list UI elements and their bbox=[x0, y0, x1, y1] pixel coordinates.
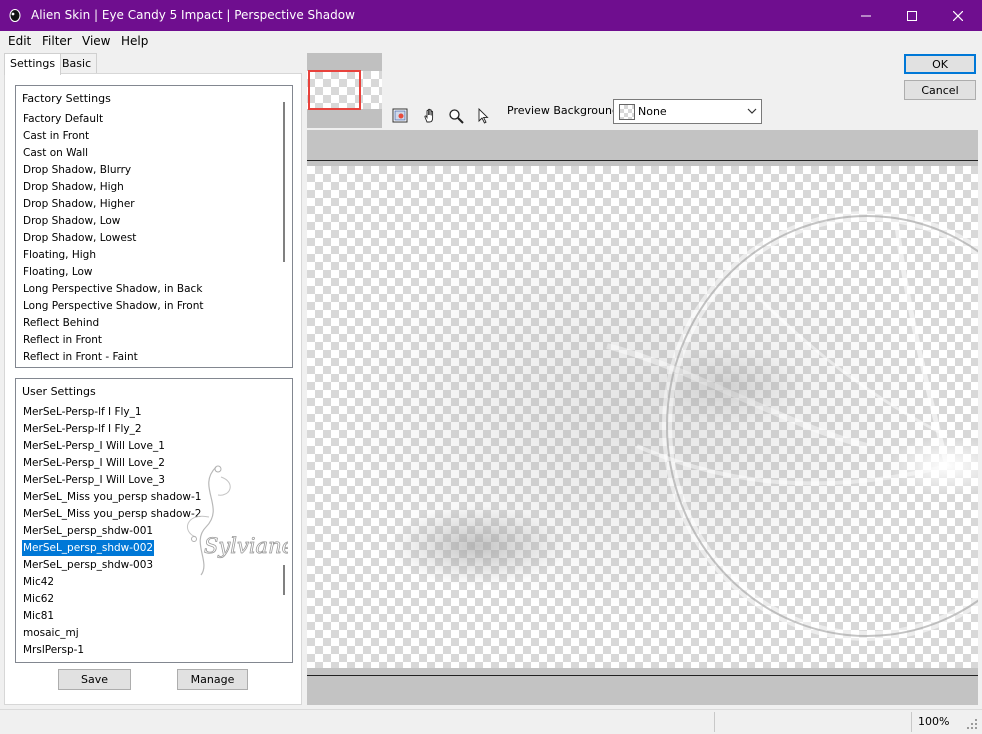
menu-filter[interactable]: Filter bbox=[42, 34, 72, 48]
list-item[interactable]: Long Perspective Shadow, in Back bbox=[22, 281, 203, 297]
preview-effect-graphic bbox=[337, 211, 978, 641]
list-item[interactable]: Mic62 bbox=[22, 591, 55, 607]
preview-background-value: None bbox=[638, 105, 667, 118]
menu-edit[interactable]: Edit bbox=[8, 34, 31, 48]
preview-area[interactable] bbox=[307, 130, 978, 705]
cancel-button[interactable]: Cancel bbox=[904, 80, 976, 100]
preview-toggle-icon bbox=[392, 108, 408, 123]
list-item[interactable]: Reflect in Front - Faint bbox=[22, 349, 139, 365]
list-item[interactable]: Floating, High bbox=[22, 247, 97, 263]
list-item[interactable]: MerSeL-Persp_I Will Love_3 bbox=[22, 472, 166, 488]
pointer-icon bbox=[478, 108, 489, 124]
settings-panel: Factory Settings Factory Default Cast in … bbox=[4, 73, 302, 705]
resize-grip-icon[interactable] bbox=[966, 718, 978, 730]
zoom-tool-button[interactable] bbox=[445, 106, 467, 126]
preview-navigator[interactable] bbox=[307, 53, 382, 128]
navigator-viewport-frame[interactable] bbox=[308, 70, 361, 110]
list-item[interactable]: Reflect Behind bbox=[22, 315, 100, 331]
list-item[interactable]: MerSeL-Persp-lf I Fly_1 bbox=[22, 404, 143, 420]
tab-basic[interactable]: Basic bbox=[56, 53, 98, 73]
watermark-graphic: Sylviane bbox=[186, 465, 288, 576]
list-item[interactable]: Drop Shadow, Blurry bbox=[22, 162, 132, 178]
app-logo-icon bbox=[9, 9, 21, 22]
maximize-icon bbox=[907, 10, 917, 21]
preview-top-rule bbox=[307, 160, 978, 161]
zoom-level: 100% bbox=[918, 715, 950, 728]
menu-help[interactable]: Help bbox=[121, 34, 148, 48]
preview-background-select[interactable]: None bbox=[613, 99, 762, 124]
chevron-down-icon bbox=[747, 108, 757, 114]
preview-canvas[interactable] bbox=[307, 166, 978, 668]
minimize-button[interactable] bbox=[843, 0, 889, 31]
tab-settings[interactable]: Settings bbox=[4, 53, 62, 75]
list-item[interactable]: MerSeL_persp_shdw-003 bbox=[22, 557, 154, 573]
list-item[interactable]: Mic81 bbox=[22, 608, 55, 624]
window-title: Alien Skin | Eye Candy 5 Impact | Perspe… bbox=[31, 8, 355, 22]
list-item[interactable]: Factory Default bbox=[22, 111, 104, 127]
pan-tool-button[interactable] bbox=[419, 106, 441, 126]
list-item[interactable]: Drop Shadow, Low bbox=[22, 213, 121, 229]
list-item[interactable]: Long Perspective Shadow, in Front bbox=[22, 298, 204, 314]
minimize-icon bbox=[861, 15, 871, 16]
list-item[interactable]: MerSeL-Persp_I Will Love_1 bbox=[22, 438, 166, 454]
list-item[interactable]: Mic42 bbox=[22, 574, 55, 590]
list-item[interactable]: Cast on Wall bbox=[22, 145, 89, 161]
user-settings-header: User Settings bbox=[22, 385, 96, 398]
zoom-icon bbox=[449, 109, 464, 124]
list-item[interactable]: MerSeL-Persp_I Will Love_2 bbox=[22, 455, 166, 471]
preview-swatch bbox=[619, 104, 635, 120]
list-item[interactable]: Reflect in Front bbox=[22, 332, 103, 348]
status-bar: 100% bbox=[0, 709, 982, 734]
list-item[interactable]: Drop Shadow, High bbox=[22, 179, 125, 195]
preview-bottom-rule bbox=[307, 675, 978, 676]
save-button[interactable]: Save bbox=[58, 669, 131, 690]
list-item[interactable]: Drop Shadow, Lowest bbox=[22, 230, 137, 246]
factory-list-scrollbar[interactable] bbox=[283, 102, 285, 262]
list-item[interactable]: mosaic_mj bbox=[22, 625, 80, 641]
hand-icon bbox=[424, 108, 434, 123]
ok-button[interactable]: OK bbox=[904, 54, 976, 74]
menu-bar: Edit Filter View Help bbox=[0, 31, 982, 51]
list-item[interactable]: Floating, Low bbox=[22, 264, 94, 280]
close-icon bbox=[953, 10, 963, 21]
factory-settings-list[interactable]: Factory Settings Factory Default Cast in … bbox=[15, 85, 293, 368]
preview-background-label: Preview Background: bbox=[507, 104, 623, 117]
list-item[interactable]: MerSeL_persp_shdw-001 bbox=[22, 523, 154, 539]
menu-view[interactable]: View bbox=[82, 34, 110, 48]
list-item[interactable]: MerSeL-Persp-lf I Fly_2 bbox=[22, 421, 143, 437]
preview-toggle-button[interactable] bbox=[390, 106, 412, 126]
watermark-text: Sylviane bbox=[204, 534, 288, 558]
status-divider bbox=[714, 712, 715, 732]
status-divider bbox=[911, 712, 912, 732]
maximize-button[interactable] bbox=[889, 0, 935, 31]
manage-button[interactable]: Manage bbox=[177, 669, 248, 690]
list-item[interactable]: MrslPersp-1 bbox=[22, 642, 85, 658]
list-item[interactable]: Drop Shadow, Higher bbox=[22, 196, 136, 212]
pointer-tool-button[interactable] bbox=[472, 106, 494, 126]
factory-settings-header: Factory Settings bbox=[22, 92, 111, 105]
close-button[interactable] bbox=[935, 0, 981, 31]
list-item-selected[interactable]: MerSeL_persp_shdw-002 bbox=[20, 539, 156, 557]
user-settings-list[interactable]: User Settings MerSeL-Persp-lf I Fly_1 Mer… bbox=[15, 378, 293, 663]
list-item[interactable]: Cast in Front bbox=[22, 128, 90, 144]
title-bar: Alien Skin | Eye Candy 5 Impact | Perspe… bbox=[0, 0, 982, 31]
